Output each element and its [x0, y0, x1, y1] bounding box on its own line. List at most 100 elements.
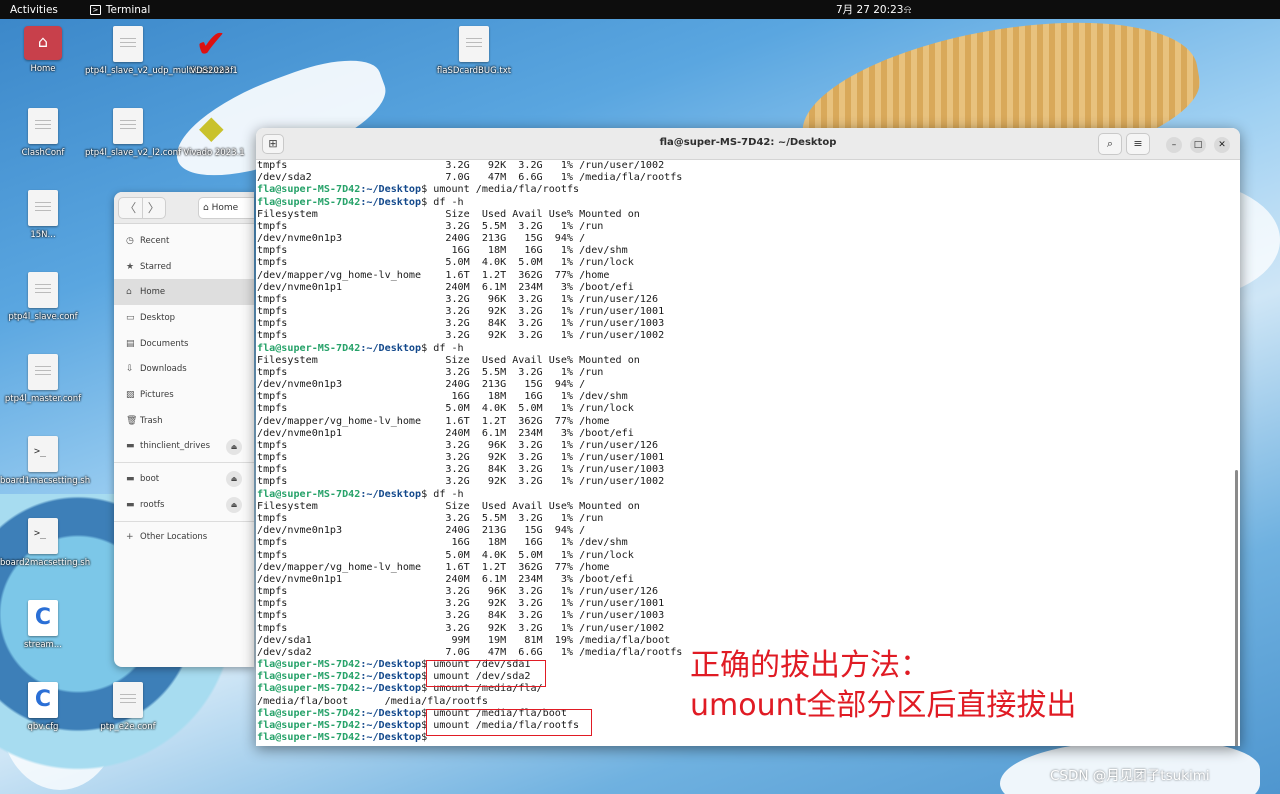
- top-bar: Activities > Terminal 7月 27 20:23 ⍾: [0, 0, 1280, 19]
- file-manager-window[interactable]: 〈 〉 ⌂ Home ◷ Recent ★ Starred ⌂ Home ▭ Desktop ▤…: [114, 192, 254, 667]
- terminal-output-line: tmpfs 3.2G 92K 3.2G 1% /run/user/1002: [257, 160, 1240, 172]
- desktop-icon[interactable]: board1macsetting.sh: [0, 436, 90, 486]
- output-text: Filesystem Size Used Avail Use% Mounted …: [257, 208, 640, 220]
- terminal-icon: >: [89, 4, 101, 15]
- desktop-icon[interactable]: ClashConf: [0, 108, 86, 158]
- prompt-dir: :~/Desktop: [360, 488, 422, 500]
- app-menu[interactable]: > Terminal: [68, 4, 150, 16]
- text-file-icon: [113, 682, 143, 718]
- desktop-icon[interactable]: board2macsetting.sh: [0, 518, 90, 568]
- forward-button[interactable]: 〉: [141, 198, 166, 218]
- scrollbar[interactable]: [1235, 470, 1238, 746]
- output-text: tmpfs 16G 18M 16G 1% /dev/shm: [257, 391, 628, 403]
- output-text: /dev/nvme0n1p1 240M 6.1M 234M 3% /boot/e…: [257, 573, 634, 585]
- terminal-output-line: tmpfs 3.2G 84K 3.2G 1% /run/user/1003: [257, 610, 1240, 622]
- close-button[interactable]: ✕: [1214, 137, 1230, 153]
- eject-icon[interactable]: ⏏: [226, 496, 242, 513]
- command-text: df -h: [433, 342, 464, 354]
- desktop-icon[interactable]: Vivado 2023.1: [171, 108, 257, 158]
- sidebar-item-icon: ▬: [126, 499, 135, 510]
- sidebar-separator: [114, 520, 254, 522]
- script-file-icon: [28, 518, 58, 554]
- command-text: umount /media/fla/rootfs: [433, 184, 580, 196]
- desktop-icon-label: qbv.cfg: [27, 722, 59, 732]
- sidebar-item-recent[interactable]: ◷ Recent: [114, 228, 254, 254]
- desktop-icon-label: ptp4l_master.conf: [4, 394, 82, 404]
- minimize-button[interactable]: –: [1166, 137, 1182, 153]
- path-bar-home[interactable]: ⌂ Home: [198, 197, 254, 219]
- sidebar-item-trash[interactable]: 🗑 Trash: [114, 408, 254, 434]
- clock[interactable]: 7月 27 20:23: [836, 2, 903, 17]
- sidebar-item-other-locations[interactable]: + Other Locations: [114, 525, 254, 551]
- command-text: df -h: [433, 196, 464, 208]
- sidebar-item-icon: ▨: [126, 389, 135, 400]
- sidebar-item-icon: ▤: [126, 338, 135, 349]
- sidebar-item-starred[interactable]: ★ Starred: [114, 254, 254, 280]
- desktop-icon[interactable]: ptp4l_slave.conf: [0, 272, 86, 322]
- sidebar-item-icon: ◷: [126, 235, 134, 246]
- sidebar-item-boot[interactable]: ▬ boot ⏏: [114, 466, 254, 492]
- sidebar-item-rootfs[interactable]: ▬ rootfs ⏏: [114, 492, 254, 518]
- terminal-prompt-line: fla@super-MS-7D42:~/Desktop$ umount /med…: [257, 184, 1240, 196]
- output-text: /dev/sda2 7.0G 47M 6.6G 1% /media/fla/ro…: [257, 172, 683, 184]
- sidebar-item-home[interactable]: ⌂ Home: [114, 279, 254, 306]
- back-button[interactable]: 〈: [119, 198, 142, 218]
- terminal-prompt-line: fla@super-MS-7D42:~/Desktop$ df -h: [257, 197, 1240, 209]
- command-text: df -h: [433, 488, 464, 500]
- desktop-icon[interactable]: ptp_e2e.conf: [85, 682, 171, 732]
- terminal-output-line: tmpfs 3.2G 92K 3.2G 1% /run/user/1002: [257, 476, 1240, 488]
- terminal-prompt-line: fla@super-MS-7D42:~/Desktop$ df -h: [257, 489, 1240, 501]
- desktop-icon[interactable]: flaSDcardBUG.txt: [431, 26, 517, 76]
- watermark: CSDN @月见团子tsukimi: [1050, 768, 1210, 784]
- terminal-output-line: tmpfs 3.2G 96K 3.2G 1% /run/user/126: [257, 586, 1240, 598]
- sidebar-separator: [114, 462, 254, 464]
- sidebar-item-desktop[interactable]: ▭ Desktop: [114, 305, 254, 331]
- output-text: /dev/nvme0n1p3 240G 213G 15G 94% /: [257, 233, 586, 245]
- prompt-dir: :~/Desktop: [360, 732, 422, 744]
- desktop-icon-label: ptp_e2e.conf: [100, 722, 156, 732]
- desktop-icon[interactable]: ptp4l_slave_v2_l2.conf: [85, 108, 181, 158]
- menu-button[interactable]: ≡: [1126, 133, 1150, 155]
- prompt-symbol: $: [421, 184, 434, 196]
- search-button[interactable]: ⌕: [1098, 133, 1122, 155]
- sidebar-item-icon: 🗑: [126, 415, 138, 426]
- sidebar-item-label: Home: [140, 287, 166, 298]
- terminal-output-line: tmpfs 3.2G 5.5M 3.2G 1% /run: [257, 221, 1240, 233]
- terminal-output-line: tmpfs 5.0M 4.0K 5.0M 1% /run/lock: [257, 550, 1240, 562]
- output-text: /dev/nvme0n1p3 240G 213G 15G 94% /: [257, 525, 586, 537]
- activities-button[interactable]: Activities: [0, 4, 68, 16]
- output-text: tmpfs 3.2G 96K 3.2G 1% /run/user/126: [257, 293, 659, 305]
- eject-icon[interactable]: ⏏: [226, 438, 242, 455]
- desktop-icon[interactable]: Home: [0, 26, 86, 74]
- terminal-output-line: /dev/nvme0n1p1 240M 6.1M 234M 3% /boot/e…: [257, 574, 1240, 586]
- desktop-icon[interactable]: VDS2023.1: [171, 22, 257, 76]
- eject-icon[interactable]: ⏏: [226, 471, 242, 488]
- sidebar-item-pictures[interactable]: ▨ Pictures: [114, 382, 254, 408]
- desktop-icon[interactable]: ptp4l_master.conf: [0, 354, 86, 404]
- maximize-button[interactable]: □: [1190, 137, 1206, 153]
- text-file-icon: [28, 354, 58, 390]
- sidebar-item-downloads[interactable]: ⇩ Downloads: [114, 356, 254, 382]
- prompt-user: fla@super-MS-7D42: [257, 184, 361, 196]
- terminal-output-line: /dev/nvme0n1p1 240M 6.1M 234M 3% /boot/e…: [257, 282, 1240, 294]
- desktop-icon[interactable]: 15N...: [0, 190, 86, 240]
- terminal-output-line: /dev/mapper/vg_home-lv_home 1.6T 1.2T 36…: [257, 562, 1240, 574]
- terminal-output-line: tmpfs 5.0M 4.0K 5.0M 1% /run/lock: [257, 257, 1240, 269]
- output-text: /dev/mapper/vg_home-lv_home 1.6T 1.2T 36…: [257, 561, 610, 573]
- desktop-icon[interactable]: ptp4l_slave_v2_udp_multicast.conf: [85, 26, 233, 76]
- sidebar-item-documents[interactable]: ▤ Documents: [114, 331, 254, 357]
- output-text: /dev/nvme0n1p1 240M 6.1M 234M 3% /boot/e…: [257, 427, 634, 439]
- output-text: tmpfs 3.2G 92K 3.2G 1% /run/user/1001: [257, 452, 665, 464]
- desktop-icon[interactable]: qbv.cfg: [0, 682, 86, 732]
- output-text: Filesystem Size Used Avail Use% Mounted …: [257, 354, 640, 366]
- prompt-dir: :~/Desktop: [360, 719, 422, 731]
- output-text: /dev/sda1 99M 19M 81M 19% /media/fla/boo…: [257, 634, 671, 646]
- output-text: tmpfs 16G 18M 16G 1% /dev/shm: [257, 537, 628, 549]
- desktop-icon[interactable]: stream...: [0, 600, 86, 650]
- sidebar-item-label: Downloads: [140, 364, 187, 375]
- sidebar-item-thinclient-drives[interactable]: ▬ thinclient_drives ⏏: [114, 434, 254, 460]
- bell-icon[interactable]: ⍾: [904, 3, 911, 17]
- terminal-output-line: /dev/mapper/vg_home-lv_home 1.6T 1.2T 36…: [257, 416, 1240, 428]
- sidebar-item-label: boot: [140, 474, 160, 485]
- terminal-output-line: tmpfs 3.2G 84K 3.2G 1% /run/user/1003: [257, 464, 1240, 476]
